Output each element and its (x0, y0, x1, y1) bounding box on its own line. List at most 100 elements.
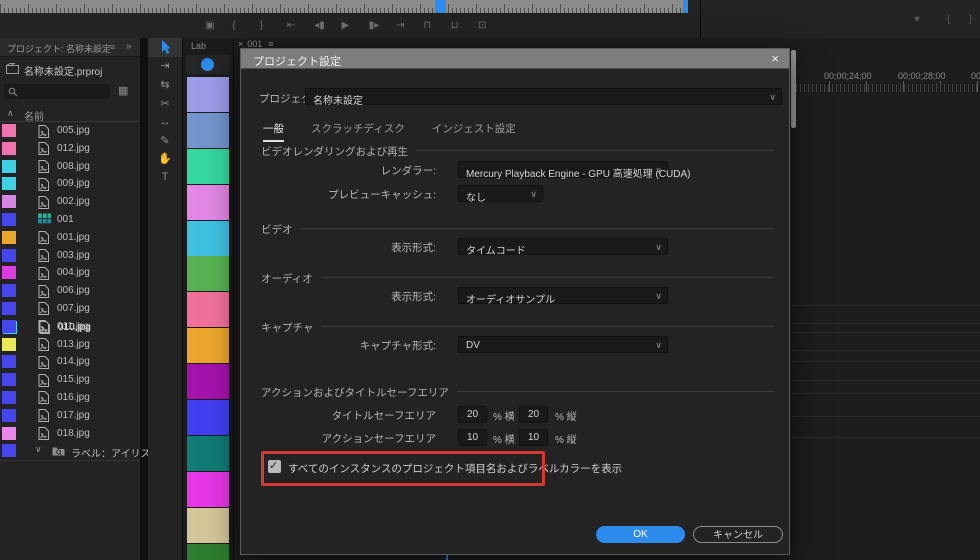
title-safe-vertical-input[interactable] (519, 406, 548, 423)
step-back-icon[interactable]: ◂▮ (314, 21, 325, 31)
video-display-select[interactable]: タイムコード ∨ (458, 238, 668, 257)
capture-format-select[interactable]: DV ∨ (458, 336, 668, 353)
label-color-swatch[interactable] (2, 426, 16, 440)
selection-tool[interactable] (148, 38, 182, 57)
mark-out-icon[interactable]: } (969, 15, 972, 25)
label-color-swatch[interactable] (187, 184, 229, 220)
audio-display-select[interactable]: オーディオサンプル ∨ (458, 287, 668, 306)
label-color-swatch[interactable] (2, 390, 16, 404)
list-view-icon[interactable]: ▦ (118, 84, 128, 97)
overflow-icon[interactable]: » (126, 41, 132, 52)
project-item-row[interactable]: 006.jpg (0, 282, 139, 300)
search-input[interactable] (4, 84, 110, 99)
project-panel-tab[interactable]: プロジェクト: 名称未設定 ≡ » (0, 38, 140, 57)
project-select[interactable]: 名称未設定 ∨ (305, 88, 782, 107)
label-color-swatch[interactable] (2, 373, 16, 387)
label-color-swatch[interactable] (187, 471, 229, 507)
dialog-titlebar[interactable]: プロジェクト設定 × (241, 49, 789, 69)
project-item-row[interactable]: 013.jpg (0, 336, 139, 354)
close-icon[interactable]: × (771, 51, 779, 66)
mark-in-icon[interactable]: { (232, 21, 235, 31)
current-label-color-icon[interactable] (201, 58, 214, 71)
preview-cache-select[interactable]: なし ∨ (458, 185, 543, 204)
collapse-icon[interactable]: ∧ (7, 108, 14, 119)
cancel-button[interactable]: キャンセル (693, 526, 783, 543)
project-item-row[interactable]: 002.jpg (0, 193, 139, 211)
label-color-swatch[interactable] (2, 266, 16, 280)
pen-tool[interactable]: ✎ (148, 131, 182, 150)
project-item-row[interactable]: 001.jpg (0, 229, 139, 247)
action-safe-horizontal-input[interactable] (458, 429, 487, 446)
label-color-swatch[interactable] (2, 141, 16, 155)
label-color-swatch[interactable] (2, 284, 16, 298)
label-color-swatch[interactable] (2, 301, 16, 315)
label-color-swatch[interactable] (2, 177, 16, 191)
project-item-row[interactable]: 012.jpg (0, 140, 139, 158)
razor-tool[interactable]: ✂ (148, 94, 182, 113)
title-safe-horizontal-input[interactable] (458, 406, 487, 423)
project-item-row[interactable]: 018.jpg (0, 425, 139, 443)
label-color-swatch[interactable] (187, 328, 229, 364)
label-color-swatch[interactable] (2, 444, 16, 458)
label-color-swatch[interactable] (2, 408, 16, 422)
hand-tool[interactable]: ✋ (148, 150, 182, 169)
project-item-row[interactable]: 005.jpg (0, 122, 139, 140)
track-select-forward-tool[interactable]: ⇥ (148, 57, 182, 76)
action-safe-vertical-input[interactable] (519, 429, 548, 446)
label-color-swatch[interactable] (187, 220, 229, 256)
list-header[interactable]: ∧ 名前 (0, 106, 139, 123)
project-file-row[interactable]: 名称未設定.prproj (0, 60, 140, 78)
dialog-tab-inactive[interactable]: スクラッチディスク (311, 121, 405, 142)
mark-out-icon[interactable]: } (260, 21, 263, 31)
renderer-select[interactable]: Mercury Playback Engine - GPU 高速処理 (CUDA… (458, 161, 691, 180)
play-icon[interactable]: ▶ (342, 21, 350, 31)
label-color-swatch[interactable] (2, 248, 16, 262)
step-forward-icon[interactable]: ▮▸ (369, 21, 380, 31)
label-color-swatch[interactable] (187, 364, 229, 400)
label-color-swatch[interactable] (187, 148, 229, 184)
mark-in-icon[interactable]: { (947, 15, 950, 25)
type-tool[interactable]: T (148, 168, 182, 187)
project-item-row[interactable]: 008.jpg (0, 158, 139, 176)
extract-icon[interactable]: ⊔ (451, 21, 459, 31)
heart-icon[interactable]: ♥ (914, 15, 920, 25)
label-color-swatch[interactable] (187, 507, 229, 543)
label-color-swatch[interactable] (2, 319, 16, 333)
project-item-row[interactable]: 011.jpg (0, 318, 139, 336)
project-item-row[interactable]: 014.jpg (0, 353, 139, 371)
project-item-row[interactable]: 009.jpg (0, 175, 139, 193)
go-to-in-icon[interactable]: ⇤ (287, 21, 295, 31)
dialog-tab-active[interactable]: 一般 (263, 121, 284, 142)
monitor-time-ruler[interactable] (0, 0, 688, 13)
label-color-swatch[interactable] (2, 212, 16, 226)
ripple-edit-tool[interactable]: ⇆ (148, 75, 182, 94)
timeline-scrollbar[interactable] (791, 50, 796, 128)
label-color-swatch[interactable] (187, 256, 229, 292)
add-marker-icon[interactable]: ▣ (205, 21, 214, 31)
label-color-swatch[interactable] (2, 195, 16, 209)
timeline-ticks[interactable] (792, 84, 980, 92)
label-color-swatch[interactable] (2, 159, 16, 173)
project-item-row[interactable]: 017.jpg (0, 407, 139, 425)
panel-menu-icon[interactable]: ≡ (110, 42, 115, 52)
export-frame-icon[interactable]: ⊡ (478, 21, 486, 31)
label-color-swatch[interactable] (187, 435, 229, 471)
label-color-swatch[interactable] (187, 112, 229, 148)
label-color-swatch[interactable] (2, 230, 16, 244)
project-item-row[interactable]: 015.jpg (0, 371, 139, 389)
dialog-tab-inactive[interactable]: インジェスト設定 (432, 121, 516, 142)
slip-tool[interactable]: ↔ (148, 112, 182, 131)
label-color-swatch[interactable] (2, 124, 16, 137)
go-to-out-icon[interactable]: ⇥ (396, 21, 404, 31)
project-item-row[interactable]: ∨ ラベル：アイリス (0, 442, 151, 460)
label-color-swatch[interactable] (187, 400, 229, 436)
label-panel-tab[interactable]: Lab (191, 41, 206, 51)
ok-button[interactable]: OK (596, 526, 685, 543)
project-item-row[interactable]: 007.jpg (0, 300, 139, 318)
label-color-swatch[interactable] (187, 77, 229, 112)
label-color-swatch[interactable] (2, 355, 16, 369)
chevron-down-icon[interactable]: ∨ (35, 444, 42, 455)
project-item-row[interactable]: 003.jpg (0, 247, 139, 265)
playhead-marker[interactable] (435, 0, 446, 13)
label-color-swatch[interactable] (2, 337, 16, 351)
